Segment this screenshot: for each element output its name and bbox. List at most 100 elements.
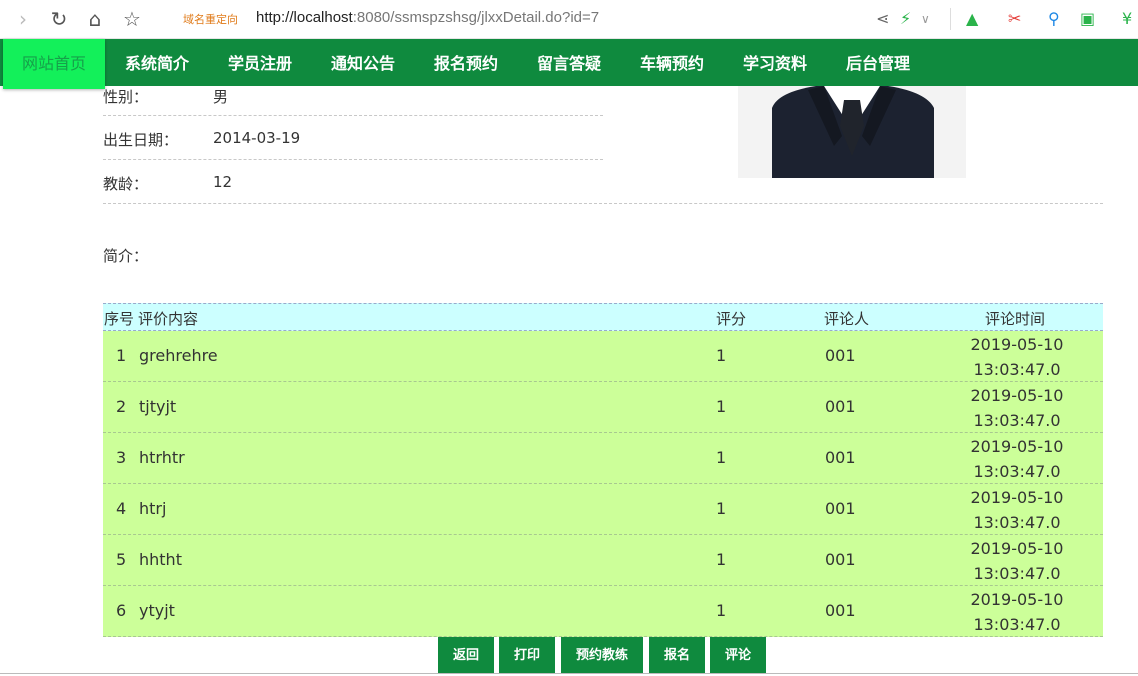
row-date: 2019-05-10 xyxy=(970,386,1064,405)
row-date: 2019-05-10 xyxy=(970,539,1064,558)
row-commenter: 001 xyxy=(825,346,856,365)
table-header: 序号 评价内容 评分 评论人 评论时间 xyxy=(103,303,1103,331)
redirect-badge: 域名重定向 xyxy=(183,13,238,26)
row-score: 1 xyxy=(716,550,727,569)
back-button[interactable]: 返回 xyxy=(438,637,494,673)
table-row: 6 ytyjt 1 001 2019-05-10 13:03:47.0 xyxy=(103,586,1103,637)
table-row: 4 htrj 1 001 2019-05-10 13:03:47.0 xyxy=(103,484,1103,535)
row-clock: 13:03:47.0 xyxy=(973,513,1061,532)
divider xyxy=(103,159,603,160)
row-commenter: 001 xyxy=(825,550,856,569)
table-row: 2 tjtyjt 1 001 2019-05-10 13:03:47.0 xyxy=(103,382,1103,433)
coach-photo-image xyxy=(738,86,966,178)
row-commenter: 001 xyxy=(825,397,856,416)
divider xyxy=(0,673,1138,674)
row-time: 2019-05-10 13:03:47.0 xyxy=(957,383,1077,433)
birthdate-value: 2014-03-19 xyxy=(213,129,301,147)
row-time: 2019-05-10 13:03:47.0 xyxy=(957,587,1077,637)
comment-button[interactable]: 评论 xyxy=(710,637,766,673)
row-content: ytyjt xyxy=(139,601,175,620)
table-row: 3 htrhtr 1 001 2019-05-10 13:03:47.0 xyxy=(103,433,1103,484)
chevron-down-icon[interactable]: ∨ xyxy=(921,9,930,29)
nav-item-home[interactable]: 网站首页 xyxy=(3,39,105,89)
row-content: grehrehre xyxy=(139,346,218,365)
row-commenter: 001 xyxy=(825,601,856,620)
teaching-years-label: 教龄： xyxy=(103,175,149,193)
row-clock: 13:03:47.0 xyxy=(973,564,1061,583)
gender-value: 男 xyxy=(213,88,229,106)
nav-item-vehicle[interactable]: 车辆预约 xyxy=(640,39,704,86)
row-time: 2019-05-10 13:03:47.0 xyxy=(957,485,1077,535)
row-index: 2 xyxy=(116,397,127,416)
nav-item-admin[interactable]: 后台管理 xyxy=(846,39,910,86)
row-index: 5 xyxy=(116,550,127,569)
row-clock: 13:03:47.0 xyxy=(973,360,1061,379)
row-score: 1 xyxy=(716,499,727,518)
toolbar-divider xyxy=(950,8,951,30)
header-content: 评价内容 xyxy=(138,310,199,328)
row-date: 2019-05-10 xyxy=(970,437,1064,456)
intro-label: 简介： xyxy=(103,247,149,265)
main-nav: 网站首页 系统简介 学员注册 通知公告 报名预约 留言答疑 车辆预约 学习资料 … xyxy=(0,39,1138,89)
gamepad-icon[interactable]: ▣ xyxy=(1080,9,1095,29)
share-icon[interactable]: ⋖ xyxy=(876,9,889,29)
scissors-icon[interactable]: ✂ xyxy=(1008,9,1021,29)
row-score: 1 xyxy=(716,346,727,365)
header-index: 序号 xyxy=(104,310,135,328)
yen-icon[interactable]: ¥ xyxy=(1122,9,1132,29)
nav-item-materials[interactable]: 学习资料 xyxy=(743,39,807,86)
row-content: tjtyjt xyxy=(139,397,177,416)
print-button[interactable]: 打印 xyxy=(499,637,555,673)
reload-icon[interactable]: ↻ xyxy=(48,8,70,30)
row-index: 3 xyxy=(116,448,127,467)
forward-icon[interactable]: › xyxy=(12,8,34,30)
coach-photo xyxy=(738,86,966,178)
nav-item-register[interactable]: 学员注册 xyxy=(228,39,292,86)
search-icon[interactable]: ⚲ xyxy=(1048,9,1060,29)
row-index: 6 xyxy=(116,601,127,620)
nav-item-intro[interactable]: 系统简介 xyxy=(125,39,189,86)
book-coach-button[interactable]: 预约教练 xyxy=(561,637,643,673)
row-commenter: 001 xyxy=(825,499,856,518)
row-clock: 13:03:47.0 xyxy=(973,615,1061,634)
signup-button[interactable]: 报名 xyxy=(649,637,705,673)
gender-label: 性别： xyxy=(103,88,149,106)
teaching-years-value: 12 xyxy=(213,173,233,191)
row-date: 2019-05-10 xyxy=(970,590,1064,609)
table-row: 1 grehrehre 1 001 2019-05-10 13:03:47.0 xyxy=(103,331,1103,382)
header-time: 评论时间 xyxy=(985,310,1046,328)
row-content: htrj xyxy=(139,499,167,518)
row-clock: 13:03:47.0 xyxy=(973,462,1061,481)
row-content: hhtht xyxy=(139,550,182,569)
header-score: 评分 xyxy=(716,310,747,328)
row-index: 4 xyxy=(116,499,127,518)
row-commenter: 001 xyxy=(825,448,856,467)
row-time: 2019-05-10 13:03:47.0 xyxy=(957,536,1077,586)
divider xyxy=(103,203,1103,204)
divider xyxy=(103,115,603,116)
row-time: 2019-05-10 13:03:47.0 xyxy=(957,332,1077,382)
url-host: http://localhost xyxy=(256,9,353,26)
row-time: 2019-05-10 13:03:47.0 xyxy=(957,434,1077,484)
table-row: 5 hhtht 1 001 2019-05-10 13:03:47.0 xyxy=(103,535,1103,586)
birthdate-label: 出生日期： xyxy=(103,131,179,149)
browser-toolbar: › ↻ ⌂ ☆ 域名重定向 http://localhost:8080/ssms… xyxy=(0,0,1138,39)
row-score: 1 xyxy=(716,601,727,620)
row-clock: 13:03:47.0 xyxy=(973,411,1061,430)
address-bar[interactable]: http://localhost:8080/ssmspzshsg/jlxxDet… xyxy=(256,9,599,26)
row-score: 1 xyxy=(716,448,727,467)
nav-item-notice[interactable]: 通知公告 xyxy=(331,39,395,86)
row-score: 1 xyxy=(716,397,727,416)
row-content: htrhtr xyxy=(139,448,185,467)
translate-icon[interactable]: ▲ xyxy=(966,9,978,29)
row-date: 2019-05-10 xyxy=(970,335,1064,354)
url-path: :8080/ssmspzshsg/jlxxDetail.do?id=7 xyxy=(352,9,600,26)
home-icon[interactable]: ⌂ xyxy=(84,8,106,30)
lightning-icon[interactable]: ⚡ xyxy=(900,9,911,29)
nav-item-booking[interactable]: 报名预约 xyxy=(434,39,498,86)
bookmark-star-icon[interactable]: ☆ xyxy=(121,8,143,30)
row-date: 2019-05-10 xyxy=(970,488,1064,507)
nav-item-messages[interactable]: 留言答疑 xyxy=(537,39,601,86)
header-commenter: 评论人 xyxy=(824,310,870,328)
row-index: 1 xyxy=(116,346,127,365)
